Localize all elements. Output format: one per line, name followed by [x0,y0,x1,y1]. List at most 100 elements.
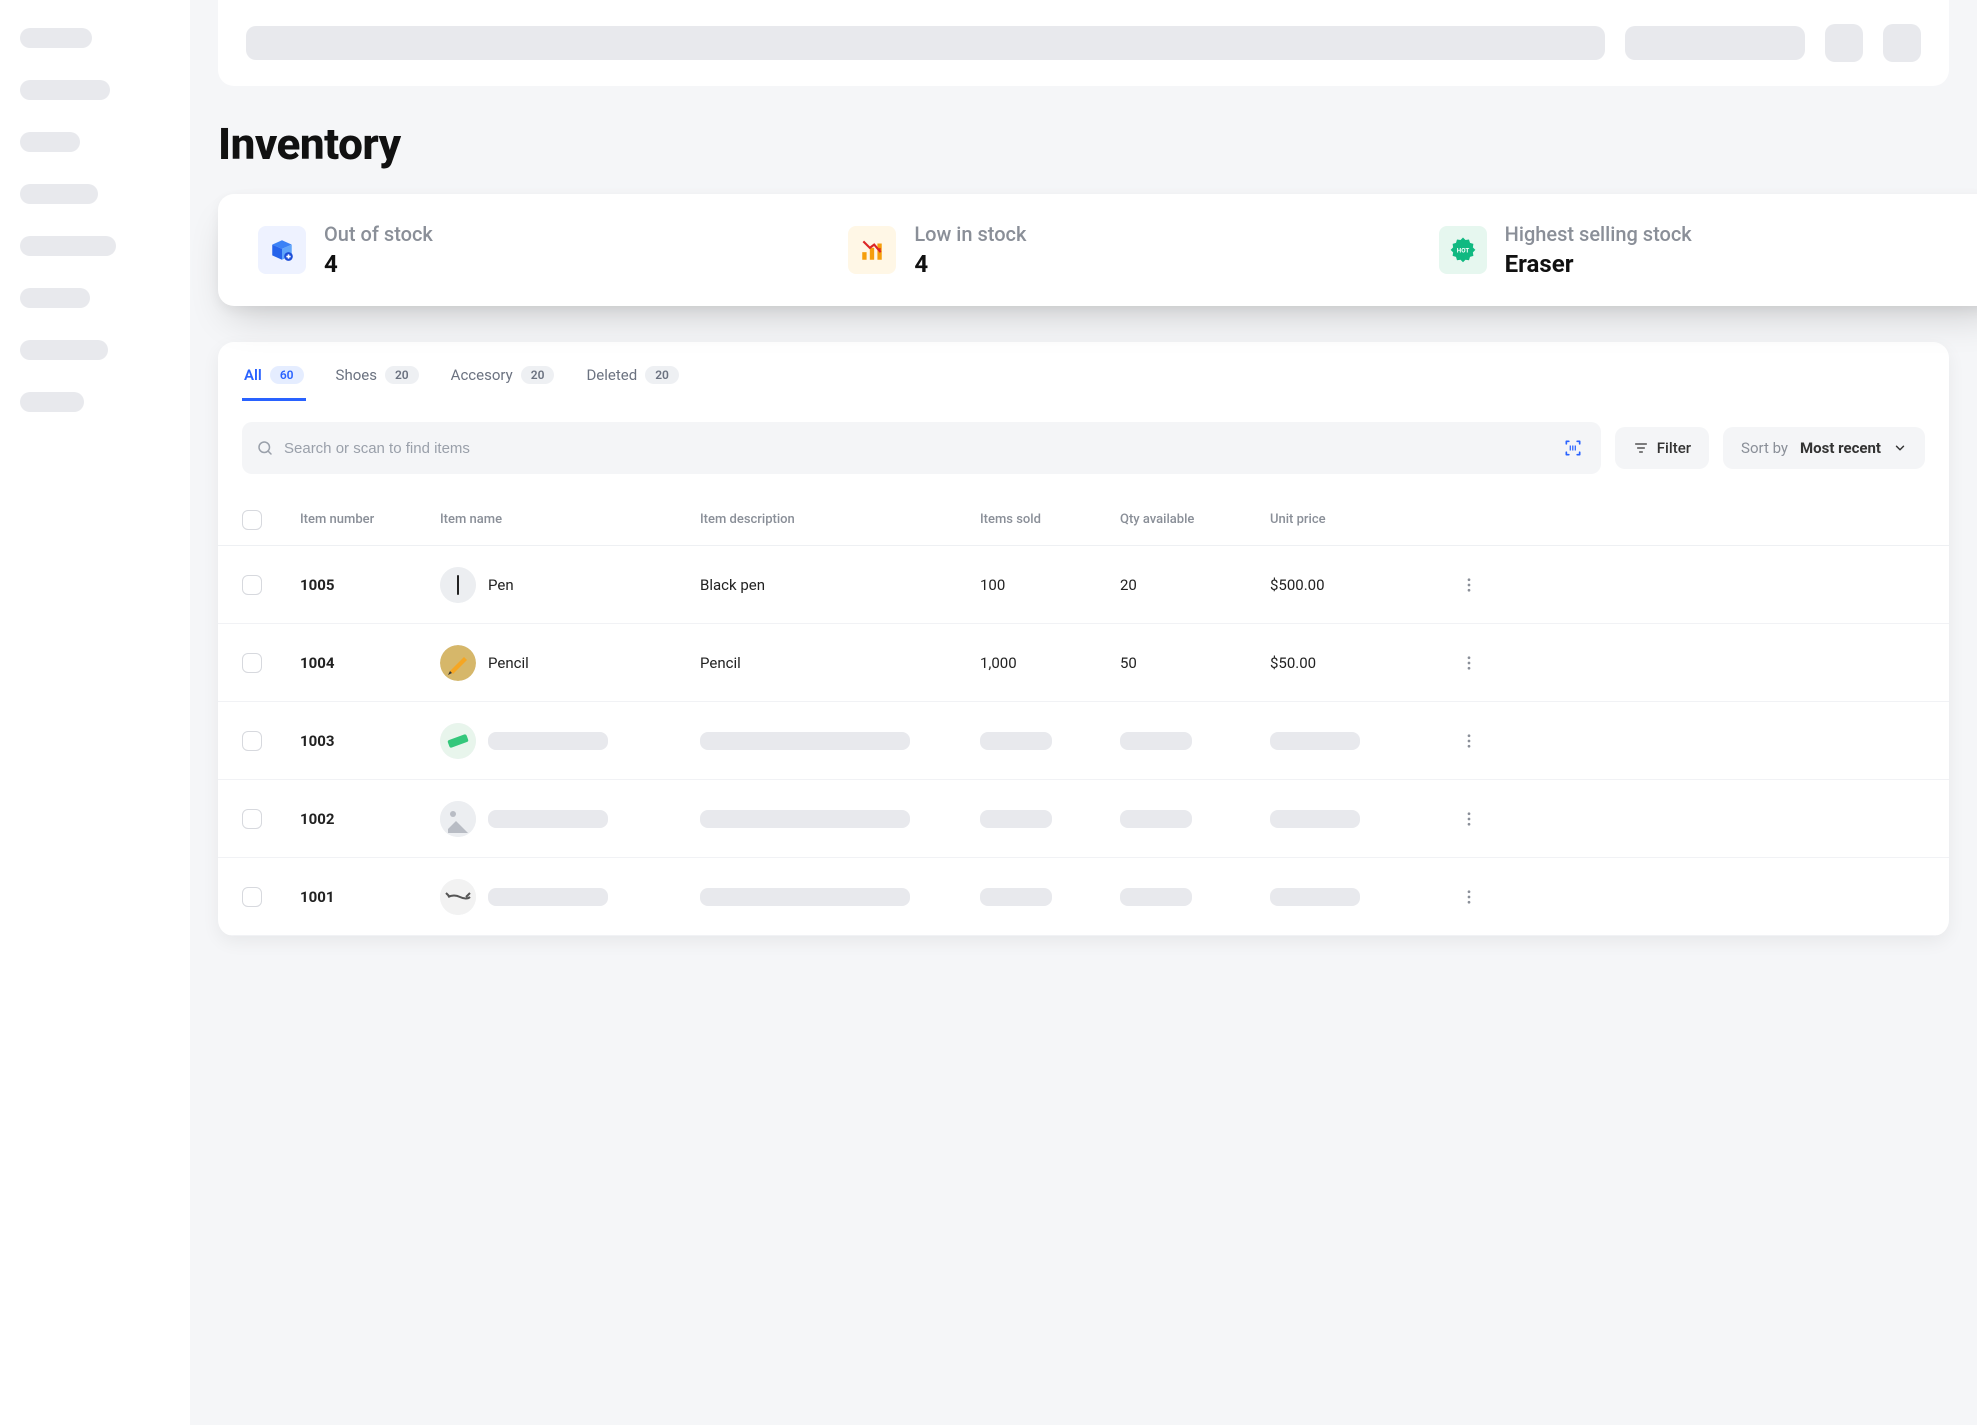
chevron-down-icon [1893,441,1907,455]
skeleton [980,810,1052,828]
cell-items-sold: 100 [980,576,1005,594]
sidebar-item[interactable] [20,340,108,360]
sidebar-item[interactable] [20,392,84,412]
barcode-scan-icon[interactable] [1559,434,1587,462]
stat-label: Out of stock [324,222,433,246]
row-checkbox[interactable] [242,809,262,829]
filter-label: Filter [1657,439,1691,457]
more-vertical-icon [1460,888,1478,906]
stat-value: 4 [324,250,433,278]
skeleton [700,732,910,750]
stat-label: Highest selling stock [1505,222,1692,246]
more-vertical-icon [1460,810,1478,828]
skeleton [1120,888,1192,906]
stat-highest-selling: HOT Highest selling stock Eraser [1439,222,1969,278]
row-more-button[interactable] [1440,888,1498,906]
cell-item-number: 1004 [300,654,440,672]
tab-count: 20 [521,366,555,384]
tab-all[interactable]: All 60 [242,358,306,401]
table-row[interactable]: 1001 [218,858,1949,936]
item-thumbnail [440,723,476,759]
row-checkbox[interactable] [242,653,262,673]
inventory-table-card: All 60 Shoes 20 Accesory 20 Deleted 20 [218,342,1949,936]
tab-count: 60 [270,366,304,384]
page-title: Inventory [218,118,1949,170]
svg-text:HOT: HOT [1456,247,1469,255]
col-item-description: Item description [700,512,980,527]
sort-button[interactable]: Sort by Most recent [1723,427,1925,469]
search-input[interactable] [284,440,1549,457]
tabs: All 60 Shoes 20 Accesory 20 Deleted 20 [218,342,1949,402]
row-more-button[interactable] [1440,810,1498,828]
row-more-button[interactable] [1440,732,1498,750]
item-thumbnail [440,879,476,915]
sidebar-item[interactable] [20,80,110,100]
skeleton [980,888,1052,906]
skeleton [1270,888,1360,906]
main-content: Inventory Out of stock 4 Low in stock 4 [190,0,1977,1425]
cell-item-name: Pencil [488,654,529,672]
stat-value: 4 [914,250,1026,278]
item-thumbnail [440,645,476,681]
stat-low-in-stock: Low in stock 4 [848,222,1378,278]
table-row[interactable]: 1002 [218,780,1949,858]
table-row[interactable]: 1003 [218,702,1949,780]
table-row[interactable]: 1004PencilPencil1,00050$50.00 [218,624,1949,702]
cell-item-name: Pen [488,576,514,594]
more-vertical-icon [1460,576,1478,594]
cell-item-number: 1001 [300,888,440,906]
topbar-action-skeleton[interactable] [1625,26,1805,60]
select-all-checkbox[interactable] [242,510,262,530]
col-unit-price: Unit price [1270,512,1440,527]
table-header: Item number Item name Item description I… [218,494,1949,546]
cell-items-sold: 1,000 [980,654,1017,672]
search-field-wrap[interactable] [242,422,1601,474]
filter-button[interactable]: Filter [1615,427,1709,469]
cell-item-description: Black pen [700,576,765,594]
row-checkbox[interactable] [242,887,262,907]
stats-card: Out of stock 4 Low in stock 4 HOT Highe [218,194,1977,306]
skeleton [488,888,608,906]
topbar-icon-skeleton[interactable] [1883,24,1921,62]
item-thumbnail [440,567,476,603]
stat-label: Low in stock [914,222,1026,246]
topbar-icon-skeleton[interactable] [1825,24,1863,62]
more-vertical-icon [1460,732,1478,750]
row-checkbox[interactable] [242,575,262,595]
col-items-sold: Items sold [980,512,1120,527]
skeleton [1270,732,1360,750]
sidebar-item[interactable] [20,288,90,308]
col-qty-available: Qty available [1120,512,1270,527]
skeleton [980,732,1052,750]
skeleton [700,888,910,906]
tab-count: 20 [645,366,679,384]
more-vertical-icon [1460,654,1478,672]
skeleton [1120,732,1192,750]
row-more-button[interactable] [1440,654,1498,672]
sidebar-item[interactable] [20,28,92,48]
hot-badge-icon: HOT [1439,226,1487,274]
topbar-search-skeleton[interactable] [246,26,1605,60]
skeleton [488,732,608,750]
row-more-button[interactable] [1440,576,1498,594]
tab-deleted[interactable]: Deleted 20 [584,358,680,401]
search-icon [256,439,274,457]
skeleton [1270,810,1360,828]
row-checkbox[interactable] [242,731,262,751]
sort-label: Sort by [1741,439,1788,457]
tab-shoes[interactable]: Shoes 20 [334,358,421,401]
sidebar-item[interactable] [20,236,116,256]
item-thumbnail [440,801,476,837]
cell-item-number: 1005 [300,576,440,594]
sidebar-item[interactable] [20,184,98,204]
cell-item-number: 1003 [300,732,440,750]
cell-unit-price: $500.00 [1270,576,1325,594]
col-item-name: Item name [440,512,700,527]
sidebar-item[interactable] [20,132,80,152]
filter-icon [1633,440,1649,456]
tab-accessory[interactable]: Accesory 20 [449,358,557,401]
tab-label: Deleted [586,366,637,384]
col-item-number: Item number [300,512,440,527]
table-row[interactable]: 1005PenBlack pen10020$500.00 [218,546,1949,624]
topbar [218,0,1949,86]
